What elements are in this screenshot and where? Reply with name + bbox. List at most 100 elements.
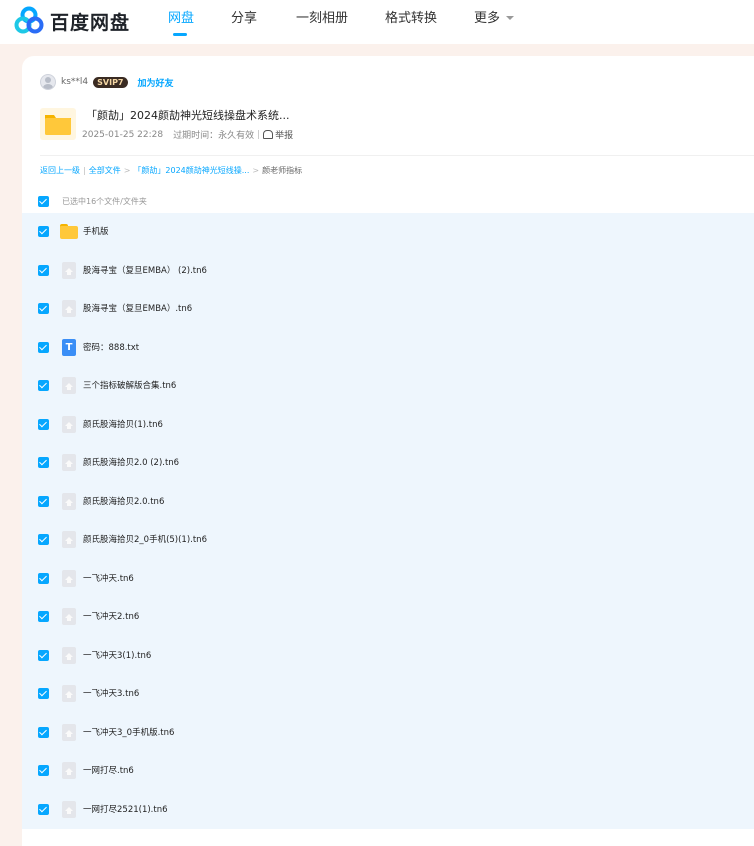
file-icon xyxy=(60,415,78,434)
folder-icon xyxy=(60,223,78,241)
nav-item-share[interactable]: 分享 xyxy=(231,0,257,44)
nav-item-netdisk[interactable]: 网盘 xyxy=(168,0,194,44)
file-name[interactable]: 颜氏股海拾贝(1).tn6 xyxy=(83,418,163,430)
file-icon xyxy=(60,800,78,819)
breadcrumb-separator: > xyxy=(123,166,131,175)
file-checkbox[interactable] xyxy=(38,418,49,430)
breadcrumb: 返回上一级 | 全部文件 > 「颜劼」2024颜劼神光短线操... > 颜老师指… xyxy=(40,165,302,176)
file-name[interactable]: 颜氏股海拾贝2_0手机(5)(1).tn6 xyxy=(83,533,207,545)
nav-item-moment-album[interactable]: 一刻相册 xyxy=(296,0,348,44)
breadcrumb-current: 颜老师指标 xyxy=(262,166,303,175)
share-meta: 2025-01-25 22:28 过期时间：永久有效 举报 xyxy=(82,128,293,142)
avatar[interactable] xyxy=(40,74,56,90)
file-icon xyxy=(60,685,78,703)
file-icon xyxy=(60,569,78,588)
file-name[interactable]: 手机版 xyxy=(83,225,109,237)
file-name[interactable]: 一飞冲天3_0手机版.tn6 xyxy=(83,726,174,738)
nav-item-more[interactable]: 更多 xyxy=(474,0,515,44)
nav-item-format-convert[interactable]: 格式转换 xyxy=(385,0,437,44)
file-name[interactable]: 三个指标破解版合集.tn6 xyxy=(83,379,176,391)
file-checkbox[interactable] xyxy=(38,303,49,314)
alarm-icon xyxy=(263,130,274,139)
file-checkbox[interactable] xyxy=(38,226,49,237)
file-checkbox[interactable] xyxy=(38,649,49,661)
file-checkbox[interactable] xyxy=(38,765,49,776)
file-checkbox[interactable] xyxy=(38,264,49,276)
file-icon xyxy=(60,261,78,280)
file-name[interactable]: 颜氏股海拾贝2.0.tn6 xyxy=(83,495,164,507)
file-checkbox[interactable] xyxy=(38,726,49,738)
file-name[interactable]: 一飞冲天3(1).tn6 xyxy=(83,649,151,661)
selection-count: 已选中16个文件/文件夹 xyxy=(62,196,147,206)
file-icon xyxy=(60,492,78,511)
share-card: ks**l4 SVIP7 加为好友 「颜劼」2024颜劼神光短线操盘术系统...… xyxy=(22,56,754,846)
file-icon xyxy=(60,762,78,780)
main-nav: 网盘 分享 一刻相册 格式转换 更多 xyxy=(168,0,515,44)
breadcrumb-back[interactable]: 返回上一级 xyxy=(40,165,80,176)
file-checkbox[interactable] xyxy=(38,803,49,815)
file-name[interactable]: 一网打尽.tn6 xyxy=(83,764,134,776)
file-row[interactable]: 一飞冲天.tn6 xyxy=(22,559,754,598)
breadcrumb-pipe: | xyxy=(83,166,86,175)
top-navigation-bar: 百度网盘 网盘 分享 一刻相册 格式转换 更多 xyxy=(0,0,754,44)
logo-icon xyxy=(14,6,44,34)
file-checkbox[interactable] xyxy=(38,534,49,545)
file-row[interactable]: T 密码：888.txt xyxy=(22,328,754,367)
file-name[interactable]: 股海寻宝（复旦EMBA） (2).tn6 xyxy=(83,264,207,276)
file-row[interactable]: 一网打尽2521(1).tn6 xyxy=(22,790,754,829)
share-date: 2025-01-25 22:28 xyxy=(82,129,164,140)
file-checkbox[interactable] xyxy=(38,457,49,468)
file-name[interactable]: 颜氏股海拾贝2.0 (2).tn6 xyxy=(83,456,179,468)
baidu-netdisk-logo[interactable]: 百度网盘 xyxy=(14,6,130,36)
svip-badge: SVIP7 xyxy=(93,76,128,88)
file-row[interactable]: 股海寻宝（复旦EMBA） (2).tn6 xyxy=(22,251,754,290)
file-row[interactable]: 颜氏股海拾贝2_0手机(5)(1).tn6 xyxy=(22,521,754,560)
file-checkbox[interactable] xyxy=(38,495,49,507)
file-list: 手机版股海寻宝（复旦EMBA） (2).tn6 股海寻宝（复旦EMBA）.tn6 T… xyxy=(22,213,754,829)
file-row[interactable]: 股海寻宝（复旦EMBA）.tn6 xyxy=(22,290,754,329)
breadcrumb-all-files[interactable]: 全部文件 xyxy=(89,165,121,176)
file-checkbox[interactable] xyxy=(38,611,49,622)
file-icon xyxy=(60,531,78,549)
file-name[interactable]: 一飞冲天2.tn6 xyxy=(83,610,139,622)
report-button[interactable]: 举报 xyxy=(263,128,293,141)
report-label: 举报 xyxy=(275,131,294,141)
share-title: 「颜劼」2024颜劼神光短线操盘术系统... xyxy=(86,109,290,122)
select-all-bar: 已选中16个文件/文件夹 xyxy=(38,194,147,208)
file-icon xyxy=(60,723,78,742)
file-name[interactable]: 一飞冲天3.tn6 xyxy=(83,687,139,699)
file-row[interactable]: 一飞冲天3_0手机版.tn6 xyxy=(22,713,754,752)
file-checkbox[interactable] xyxy=(38,688,49,699)
expire-time: 过期时间：永久有效 xyxy=(173,131,255,141)
sharer-name[interactable]: ks**l4 xyxy=(61,77,88,87)
meta-divider xyxy=(258,130,260,139)
file-checkbox[interactable] xyxy=(38,341,49,353)
file-row[interactable]: 颜氏股海拾贝2.0 (2).tn6 xyxy=(22,444,754,483)
file-checkbox[interactable] xyxy=(38,572,49,584)
breadcrumb-parent[interactable]: 「颜劼」2024颜劼神光短线操... xyxy=(133,165,249,176)
divider xyxy=(40,155,754,156)
file-row[interactable]: 颜氏股海拾贝(1).tn6 xyxy=(22,405,754,444)
breadcrumb-separator: > xyxy=(252,166,260,175)
file-row[interactable]: 一网打尽.tn6 xyxy=(22,752,754,791)
file-name[interactable]: 一飞冲天.tn6 xyxy=(83,572,134,584)
file-icon xyxy=(60,454,78,472)
nav-more-label: 更多 xyxy=(474,11,501,26)
file-row[interactable]: 手机版 xyxy=(22,213,754,252)
file-row[interactable]: 一飞冲天3(1).tn6 xyxy=(22,636,754,675)
file-icon xyxy=(60,377,78,395)
add-friend-link[interactable]: 加为好友 xyxy=(138,76,174,89)
file-name[interactable]: 股海寻宝（复旦EMBA）.tn6 xyxy=(83,302,192,314)
chevron-down-icon xyxy=(506,16,515,20)
file-row[interactable]: 一飞冲天2.tn6 xyxy=(22,598,754,637)
file-row[interactable]: 颜氏股海拾贝2.0.tn6 xyxy=(22,482,754,521)
select-all-checkbox[interactable] xyxy=(38,195,49,207)
file-row[interactable]: 一飞冲天3.tn6 xyxy=(22,675,754,714)
file-name[interactable]: 密码：888.txt xyxy=(83,341,139,353)
folder-icon xyxy=(40,108,76,140)
file-checkbox[interactable] xyxy=(38,380,49,391)
txt-icon: T xyxy=(60,338,78,357)
file-name[interactable]: 一网打尽2521(1).tn6 xyxy=(83,803,168,815)
file-icon xyxy=(60,608,78,626)
file-row[interactable]: 三个指标破解版合集.tn6 xyxy=(22,367,754,406)
